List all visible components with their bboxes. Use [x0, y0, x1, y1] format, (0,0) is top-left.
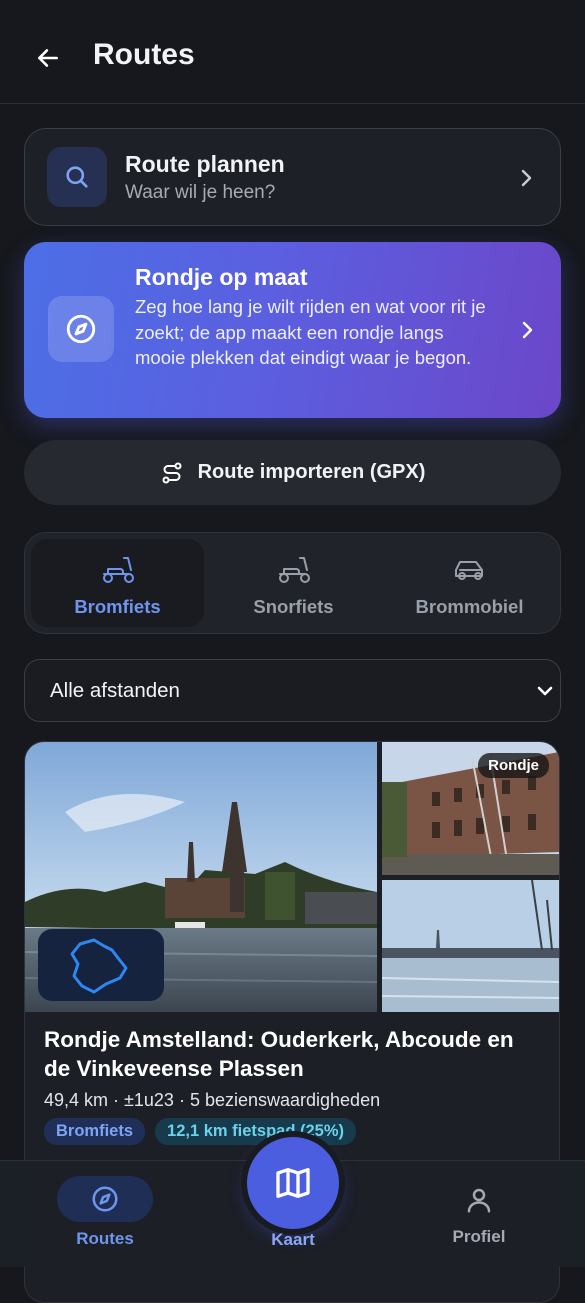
chevron-right-icon: [521, 169, 532, 187]
custom-loop-description: Zeg hoe lang je wilt rijden en wat voor …: [135, 296, 486, 368]
route-outline-icon: [70, 938, 128, 994]
route-photo-main: [25, 742, 377, 1012]
plan-route-card[interactable]: Route plannen Waar wil je heen?: [24, 128, 561, 226]
import-gpx-button[interactable]: Route importeren (GPX): [24, 440, 561, 505]
chevron-right-icon: [522, 321, 533, 339]
route-type-badge: Rondje: [478, 753, 549, 778]
compass-icon: [48, 296, 114, 362]
nav-profile[interactable]: Profiel: [438, 1185, 520, 1247]
vehicle-tab-bromfiets[interactable]: Bromfiets: [31, 539, 204, 627]
vehicle-label: Bromfiets: [74, 596, 161, 617]
plan-route-title: Route plannen: [125, 151, 285, 177]
import-gpx-label: Route importeren (GPX): [197, 461, 426, 483]
plan-route-subtitle: Waar wil je heen?: [125, 182, 276, 203]
route-tag-vehicle: Bromfiets: [44, 1118, 146, 1145]
scooter-icon: [278, 557, 310, 583]
distance-filter-value: Alle afstanden: [50, 679, 180, 702]
nav-map-button[interactable]: [247, 1137, 339, 1229]
distance-filter-select[interactable]: Alle afstanden: [24, 659, 561, 722]
compass-icon: [92, 1186, 118, 1212]
route-tag-bikepath: 12,1 km fietspad (25%): [155, 1118, 357, 1145]
custom-loop-card[interactable]: Rondje op maat Zeg hoe lang je wilt rijd…: [24, 242, 561, 418]
route-icon: [162, 462, 182, 483]
route-meta: 49,4 km · ±1u23 · 5 bezienswaardigheden: [44, 1090, 381, 1110]
route-photo-secondary: Rondje: [382, 742, 559, 875]
custom-loop-title: Rondje op maat: [135, 264, 308, 290]
back-button[interactable]: [30, 40, 66, 76]
vehicle-label: Snorfiets: [253, 596, 334, 617]
page-title: Routes: [93, 38, 195, 71]
scooter-icon: [102, 557, 134, 583]
car-icon: [454, 561, 483, 580]
route-photo-tertiary: [382, 880, 559, 1012]
user-icon: [467, 1188, 491, 1213]
vehicle-tab-snorfiets[interactable]: Snorfiets: [207, 539, 380, 627]
vehicle-label: Brommobiel: [415, 596, 524, 617]
vehicle-selector: Bromfiets Snorfiets Brommobiel: [24, 532, 561, 634]
nav-routes[interactable]: Routes: [57, 1176, 153, 1249]
search-icon: [47, 147, 107, 207]
chevron-down-icon: [537, 686, 553, 696]
map-icon: [276, 1168, 310, 1198]
vehicle-tab-brommobiel[interactable]: Brommobiel: [383, 539, 556, 627]
arrow-left-icon: [38, 49, 58, 67]
nav-map-label: Kaart: [271, 1230, 315, 1249]
top-bar: Routes: [0, 0, 585, 104]
route-shape-thumbnail: [38, 929, 164, 1001]
route-title: Rondje Amstelland: Ouderkerk, Abcoude en…: [44, 1027, 514, 1081]
nav-profile-label: Profiel: [452, 1227, 506, 1246]
nav-routes-label: Routes: [76, 1229, 134, 1248]
